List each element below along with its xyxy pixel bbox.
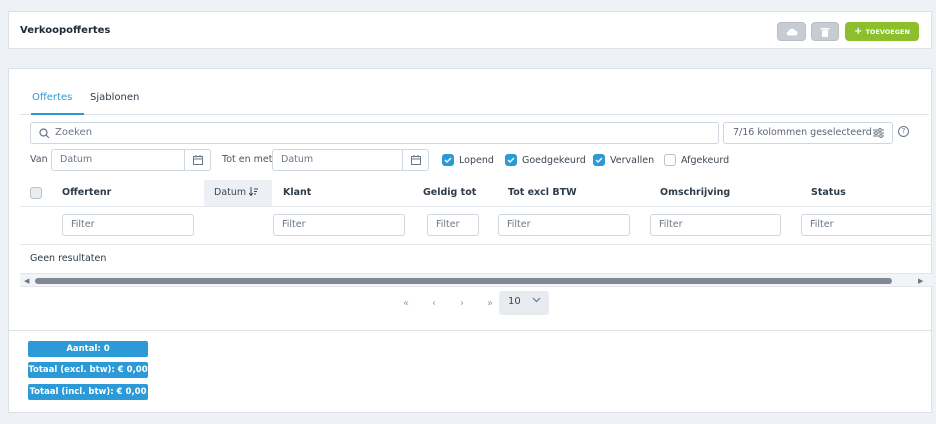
search-icon bbox=[39, 128, 50, 139]
add-button[interactable]: + TOEVOEGEN bbox=[845, 22, 919, 41]
filter-vervallen-checkbox[interactable]: Vervallen bbox=[593, 154, 654, 166]
check-icon bbox=[505, 154, 517, 166]
first-page-button[interactable]: « bbox=[392, 298, 420, 309]
filter-placeholder: Filter bbox=[507, 219, 531, 230]
date-to-input[interactable]: Datum bbox=[272, 149, 429, 171]
page-header: Verkoopoffertes + TOEVOEGEN bbox=[8, 11, 932, 49]
tab-offertes[interactable]: Offertes bbox=[32, 92, 72, 103]
filter-offertenr[interactable]: Filter bbox=[62, 214, 194, 236]
checkbox-empty bbox=[664, 154, 676, 166]
col-omschrijving[interactable]: Omschrijving bbox=[660, 187, 730, 198]
next-page-button[interactable]: › bbox=[448, 298, 476, 309]
filter-placeholder: Filter bbox=[71, 219, 95, 230]
prev-page-button[interactable]: ‹ bbox=[420, 298, 448, 309]
offers-card: Offertes Sjablonen Zoeken 7/16 kolommen … bbox=[8, 68, 932, 413]
plus-icon: + bbox=[854, 25, 863, 37]
filter-goedgekeurd-label: Goedgekeurd bbox=[522, 154, 586, 166]
page-size-select[interactable]: 10 bbox=[499, 291, 549, 315]
filter-omschrijving[interactable]: Filter bbox=[650, 214, 781, 236]
col-klant[interactable]: Klant bbox=[283, 187, 311, 198]
calendar-icon[interactable] bbox=[402, 150, 428, 170]
filter-status[interactable]: Filter bbox=[801, 214, 932, 236]
scrollbar-thumb[interactable] bbox=[35, 278, 892, 284]
scroll-left-icon[interactable]: ◀ bbox=[24, 277, 29, 285]
date-to-placeholder: Datum bbox=[281, 154, 314, 165]
filter-tot-excl-btw[interactable]: Filter bbox=[498, 214, 630, 236]
filter-lopend-checkbox[interactable]: Lopend bbox=[442, 154, 494, 166]
col-datum-sorted[interactable]: Datum bbox=[204, 180, 272, 206]
total-incl-badge: Totaal (incl. btw): € 0,00 bbox=[28, 384, 148, 400]
chevron-down-icon bbox=[532, 297, 541, 303]
delete-button[interactable] bbox=[811, 22, 839, 41]
tab-sjablonen[interactable]: Sjablonen bbox=[90, 92, 139, 103]
cloud-button[interactable] bbox=[777, 22, 806, 41]
count-badge: Aantal: 0 bbox=[28, 341, 148, 357]
filter-goedgekeurd-checkbox[interactable]: Goedgekeurd bbox=[505, 154, 586, 166]
column-selector[interactable]: 7/16 kolommen geselecteerd bbox=[723, 122, 893, 144]
date-from-input[interactable]: Datum bbox=[51, 149, 211, 171]
filter-placeholder: Filter bbox=[282, 219, 306, 230]
col-datum: Datum bbox=[214, 187, 247, 198]
filter-row: Filter Filter Filter Filter Filter Filte… bbox=[20, 207, 932, 245]
calendar-icon[interactable] bbox=[184, 150, 210, 170]
filter-placeholder: Filter bbox=[659, 219, 683, 230]
date-to-label: Tot en met bbox=[222, 154, 273, 165]
pagination: « ‹ › » 10 bbox=[392, 291, 549, 315]
tab-bar: Offertes Sjablonen bbox=[20, 85, 929, 115]
check-icon bbox=[593, 154, 605, 166]
col-status[interactable]: Status bbox=[811, 187, 846, 198]
col-geldig-tot[interactable]: Geldig tot bbox=[423, 187, 476, 198]
filter-vervallen-label: Vervallen bbox=[610, 154, 655, 166]
page-size-value: 10 bbox=[508, 296, 521, 307]
cloud-icon bbox=[786, 28, 797, 36]
summary-footer: Aantal: 0 Totaal (excl. btw): € 0,00 Tot… bbox=[9, 330, 931, 413]
filter-placeholder: Filter bbox=[810, 219, 834, 230]
filter-afgekeurd-label: Afgekeurd bbox=[681, 154, 730, 166]
scroll-right-icon[interactable]: ▶ bbox=[918, 277, 923, 285]
column-selector-label: 7/16 kolommen geselecteerd bbox=[733, 127, 872, 138]
help-icon[interactable]: ? bbox=[898, 126, 909, 137]
check-icon bbox=[442, 154, 454, 166]
filter-afgekeurd-checkbox[interactable]: Afgekeurd bbox=[664, 154, 729, 166]
filter-klant[interactable]: Filter bbox=[273, 214, 405, 236]
page-title: Verkoopoffertes bbox=[20, 25, 111, 36]
search-placeholder: Zoeken bbox=[55, 127, 93, 138]
select-all-checkbox[interactable] bbox=[30, 187, 42, 199]
col-tot-excl-btw[interactable]: Tot excl BTW bbox=[508, 187, 577, 198]
sort-desc-icon bbox=[248, 187, 259, 197]
sliders-icon bbox=[873, 128, 884, 138]
trash-icon bbox=[820, 27, 830, 37]
date-from-label: Van bbox=[30, 154, 48, 165]
active-tab-indicator bbox=[31, 113, 84, 115]
horizontal-scrollbar[interactable]: ◀ ▶ bbox=[20, 273, 932, 287]
search-input[interactable]: Zoeken bbox=[30, 122, 719, 144]
empty-message: Geen resultaten bbox=[30, 253, 107, 264]
filter-lopend-label: Lopend bbox=[459, 154, 494, 166]
date-from-placeholder: Datum bbox=[60, 154, 93, 165]
filter-geldig-tot[interactable]: Filter bbox=[427, 214, 479, 236]
total-excl-badge: Totaal (excl. btw): € 0,00 bbox=[28, 362, 148, 378]
table-header: Offertenr Datum Klant Geldig tot Tot exc… bbox=[20, 180, 932, 207]
filter-placeholder: Filter bbox=[436, 219, 460, 230]
col-offertenr[interactable]: Offertenr bbox=[62, 187, 111, 198]
add-button-label: TOEVOEGEN bbox=[865, 27, 910, 36]
